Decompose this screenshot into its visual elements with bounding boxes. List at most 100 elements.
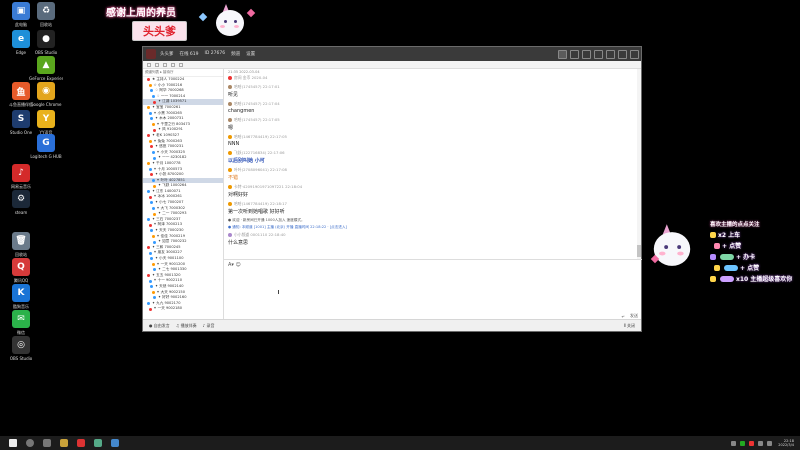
tray-icon[interactable] bbox=[749, 440, 755, 446]
taskbar-app-icon[interactable] bbox=[77, 439, 85, 447]
app-icon: 🗑 bbox=[12, 232, 30, 250]
user-status-icon bbox=[153, 128, 156, 132]
home-icon[interactable] bbox=[558, 49, 567, 59]
desktop-icon[interactable]: G Logitech G HUB bbox=[29, 134, 63, 159]
member-list-item[interactable]: ✦ 一天 9002180 bbox=[143, 306, 223, 312]
forward-icon[interactable] bbox=[155, 62, 159, 67]
desktop-icon[interactable]: ♪ 网易云音乐 bbox=[4, 164, 38, 189]
desktop-icon[interactable]: Y YY语音 bbox=[29, 110, 63, 135]
user-status-icon bbox=[147, 274, 150, 278]
minimize-icon[interactable] bbox=[606, 49, 615, 59]
desktop-icon[interactable]: ▲ GeForce Experience bbox=[29, 56, 63, 81]
user-avatar-icon[interactable] bbox=[228, 76, 232, 80]
user-avatar-icon[interactable] bbox=[228, 118, 232, 122]
gift-icon bbox=[714, 242, 720, 249]
message-text: 第一次听到她唱歌 好好听 bbox=[228, 209, 285, 215]
task-view-icon[interactable] bbox=[43, 439, 51, 447]
game-icon[interactable] bbox=[582, 49, 591, 59]
user-avatar-icon[interactable] bbox=[228, 135, 232, 139]
back-icon[interactable] bbox=[147, 62, 151, 67]
user-status-icon bbox=[148, 223, 152, 227]
desktop-icon-label: 回收站 bbox=[15, 252, 27, 257]
app-icon: K bbox=[12, 284, 30, 302]
record-button[interactable]: ♪ 录音 bbox=[203, 323, 215, 329]
format-toolbar[interactable]: A▾ ☺ bbox=[224, 260, 642, 270]
desktop-icon-label: OBS Studio bbox=[9, 356, 33, 361]
desktop-icon[interactable]: ♻ 回收站 bbox=[29, 2, 63, 27]
taskbar-app-icon[interactable] bbox=[60, 439, 68, 447]
desktop-icon-label: 酷狗音乐 bbox=[13, 304, 29, 309]
app-icon: G bbox=[37, 134, 55, 152]
message-meta: 哈哈(1745457) 22:17:01 bbox=[234, 84, 280, 89]
follow-panel: 喜欢主播的点点关注 x2 上车 + 点赞 + 办卡 + 点赞 x10 主播超级喜欢你 bbox=[650, 216, 800, 296]
desktop-icon[interactable]: Q 腾讯QQ bbox=[4, 258, 38, 283]
network-icon[interactable] bbox=[767, 440, 773, 446]
user-avatar-icon[interactable] bbox=[228, 168, 232, 172]
titlebar-item[interactable]: ID 27676 bbox=[205, 51, 226, 57]
gift-icon bbox=[714, 264, 720, 271]
taskbar-app-icon[interactable] bbox=[111, 439, 119, 447]
maximize-icon[interactable] bbox=[618, 49, 627, 59]
titlebar-item[interactable]: 设置 bbox=[246, 51, 255, 57]
app-icon: ◉ bbox=[37, 82, 55, 100]
play-accompaniment[interactable]: ♫ 播放伴奏 bbox=[176, 323, 197, 329]
start-icon[interactable] bbox=[9, 439, 17, 447]
user-status-icon bbox=[148, 111, 152, 115]
message-icon[interactable] bbox=[570, 49, 579, 59]
free-speech-toggle[interactable]: ● 自由发言 bbox=[149, 323, 170, 329]
desktop-icon[interactable]: ⚙ steam bbox=[4, 190, 38, 215]
volume-icon[interactable] bbox=[758, 440, 764, 446]
chat-message: 哈哈(1745457) 22:17:04 changmen bbox=[228, 101, 634, 114]
desktop-icon[interactable]: ◎ OBS Studio bbox=[4, 336, 38, 361]
enter-icon[interactable]: ↵ bbox=[622, 314, 625, 319]
user-avatar-icon[interactable] bbox=[228, 185, 232, 189]
user-status-icon bbox=[147, 78, 150, 82]
mascot-unicorn-side bbox=[646, 224, 698, 273]
follow-reward-row: + 办卡 bbox=[710, 252, 755, 261]
user-status-icon bbox=[148, 251, 152, 255]
desktop-icon[interactable]: 鱼斗鱼直播伴侣 bbox=[4, 82, 38, 107]
tray-icon[interactable] bbox=[740, 440, 746, 446]
close-icon[interactable] bbox=[630, 49, 639, 59]
close-status[interactable]: Ⅱ 关闭 bbox=[624, 323, 635, 329]
desktop-icon[interactable]: ● OBS Studio bbox=[29, 30, 63, 55]
titlebar-item[interactable]: 头头爹 bbox=[160, 51, 174, 57]
app-icon: 鱼 bbox=[12, 82, 30, 100]
titlebar-item[interactable]: 频道 bbox=[231, 51, 240, 57]
desktop-icon[interactable]: K 酷狗音乐 bbox=[4, 284, 38, 309]
menu-icon[interactable] bbox=[594, 49, 603, 59]
message-meta: 叶叶(2708096041) 22:17:08 bbox=[234, 167, 287, 172]
taskbar: 22:18 2022/3/4 bbox=[0, 436, 800, 450]
message-editor[interactable]: A▾ ☺ ↵ 发送 bbox=[224, 259, 642, 322]
user-avatar-icon[interactable] bbox=[228, 151, 232, 155]
clock[interactable]: 22:18 2022/3/4 bbox=[778, 439, 794, 447]
gift-icon bbox=[710, 253, 716, 260]
refresh-icon[interactable] bbox=[163, 62, 167, 67]
toolbar bbox=[143, 61, 641, 69]
user-status-icon bbox=[153, 100, 156, 104]
user-status-icon bbox=[153, 268, 156, 272]
chat-area: 21:35 2022-03-04 房间 金币 2020-04 哈哈(1745457… bbox=[224, 69, 638, 259]
app-icon: ● bbox=[37, 30, 55, 48]
tray-icon[interactable] bbox=[731, 440, 737, 446]
desktop-icon-label: 腾讯QQ bbox=[13, 278, 29, 283]
user-avatar-icon[interactable] bbox=[228, 85, 232, 89]
chat-scrollbar[interactable] bbox=[637, 69, 641, 259]
taskbar-app-icon[interactable] bbox=[94, 439, 102, 447]
desktop-icon[interactable]: ✉ 微信 bbox=[4, 310, 38, 335]
search-icon[interactable] bbox=[26, 439, 34, 447]
desktop-icon[interactable]: 🗑 回收站 bbox=[4, 232, 38, 257]
chat-message: 哈哈(1467784419) 22:17:05 NNN bbox=[228, 134, 634, 147]
desktop-icon-label: 微信 bbox=[17, 330, 25, 335]
reward-chip bbox=[724, 264, 738, 271]
user-avatar-icon[interactable] bbox=[228, 202, 232, 206]
reward-chip bbox=[720, 275, 734, 282]
titlebar-item[interactable]: 在线 619 bbox=[180, 51, 199, 57]
app-icon: ▣ bbox=[12, 2, 30, 20]
message-meta: 小小频道 0001110 22:18:40 bbox=[234, 232, 286, 237]
user-avatar-icon[interactable] bbox=[228, 102, 232, 106]
scroll-thumb[interactable] bbox=[637, 245, 641, 257]
list-icon[interactable] bbox=[171, 62, 175, 67]
system-notice[interactable]: ● 通知: 本频道 [1001] 主播 (北京) 开播 直播时间 22:18:2… bbox=[228, 225, 634, 230]
search-icon[interactable] bbox=[179, 62, 183, 67]
